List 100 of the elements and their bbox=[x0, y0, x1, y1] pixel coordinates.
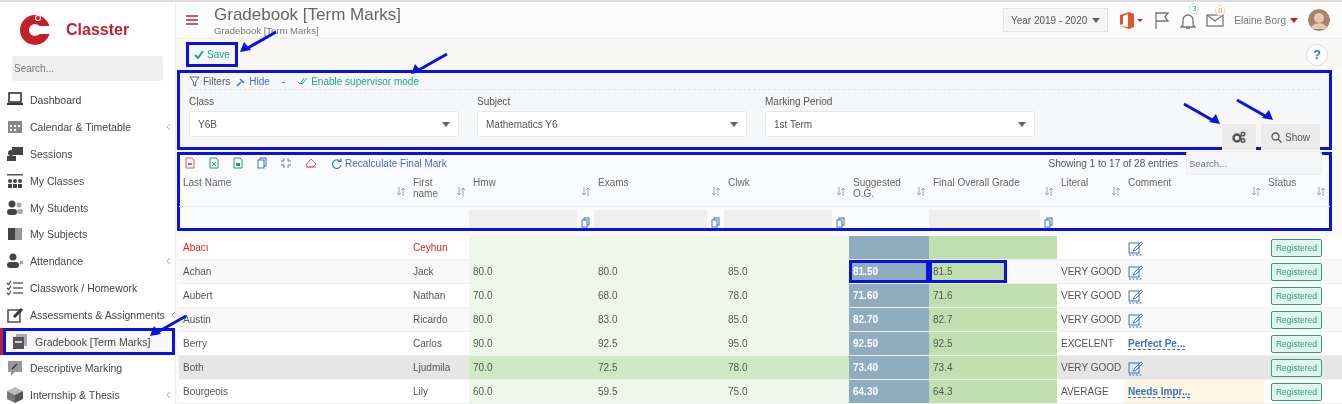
comment-link[interactable]: Needs Impr... bbox=[1128, 385, 1191, 398]
table-cell: 92.5 bbox=[929, 332, 1057, 355]
office-icon[interactable] bbox=[1118, 11, 1145, 30]
table-cell-text: Both bbox=[182, 361, 205, 375]
copy-icon[interactable] bbox=[836, 217, 845, 228]
table-cell: 81.50 bbox=[849, 260, 929, 283]
column-header[interactable]: Final Overall Grade bbox=[933, 177, 1020, 188]
sidebar-item[interactable]: Assessments & Assignments bbox=[0, 301, 175, 329]
year-dropdown[interactable]: Year 2019 - 2020 bbox=[1002, 8, 1109, 33]
sidebar-item[interactable]: Dashboard bbox=[0, 87, 175, 114]
sidebar-item[interactable]: My Subjects bbox=[0, 221, 175, 248]
column-header[interactable]: Suggested O.G. bbox=[853, 177, 917, 199]
column-header[interactable]: Clwk bbox=[728, 177, 750, 188]
user-menu[interactable]: Elaine Borg bbox=[1234, 14, 1298, 26]
avatar-icon[interactable] bbox=[1308, 9, 1330, 32]
comment-link[interactable]: Perfect Pe... bbox=[1128, 337, 1186, 350]
sidebar-item[interactable]: Descriptive Marking bbox=[0, 354, 175, 382]
table-cell: 59.5 bbox=[594, 380, 724, 403]
column-header[interactable]: Comment bbox=[1128, 177, 1172, 188]
status-badge: Registered bbox=[1270, 310, 1323, 329]
sidebar-item[interactable]: My Students bbox=[0, 194, 175, 221]
table-cell: 92.5 bbox=[594, 332, 724, 355]
column-header[interactable]: Hmw bbox=[473, 177, 496, 188]
table-cell: 72.5 bbox=[594, 356, 724, 379]
status-badge: Registered bbox=[1270, 334, 1323, 353]
table-cell: 80.0 bbox=[594, 260, 724, 283]
file-icon[interactable] bbox=[233, 157, 243, 169]
logo-icon bbox=[18, 13, 52, 47]
table-cell: 64.30 bbox=[849, 380, 929, 403]
table-cell: 81.5 bbox=[929, 260, 1007, 283]
edit-icon[interactable] bbox=[1128, 359, 1144, 376]
comment-icon bbox=[6, 359, 24, 378]
chevron-icon bbox=[170, 310, 176, 319]
compress-icon[interactable] bbox=[281, 158, 291, 168]
table-cell-text: Nathan bbox=[412, 289, 447, 303]
dropdown-field[interactable]: 1st Term bbox=[765, 111, 1035, 137]
table-cell-text: VERY GOOD bbox=[1060, 265, 1123, 279]
sidebar-item[interactable]: Sessions bbox=[0, 140, 175, 168]
sort-icon bbox=[1317, 187, 1325, 196]
sidebar-item[interactable]: My Classes bbox=[0, 167, 175, 195]
column-header[interactable]: First name bbox=[413, 177, 457, 199]
sidebar-item[interactable]: Calendar & Timetable bbox=[0, 113, 175, 141]
bell-icon[interactable] bbox=[1180, 11, 1197, 30]
edit-icon[interactable] bbox=[1128, 287, 1144, 304]
table-cell: 90.0 bbox=[469, 332, 594, 355]
eraser-icon[interactable] bbox=[305, 158, 317, 168]
caret-icon bbox=[730, 121, 738, 127]
user-icon bbox=[6, 252, 24, 271]
table-cell-text: EXCELENT bbox=[1060, 337, 1115, 351]
help-button[interactable]: ? bbox=[1306, 43, 1328, 66]
dropdown-field[interactable]: Y6B bbox=[189, 111, 459, 137]
chevron-icon bbox=[166, 391, 171, 400]
caret-icon bbox=[1290, 17, 1298, 23]
caret-icon bbox=[442, 121, 450, 127]
refresh-icon bbox=[331, 157, 342, 169]
edit-icon[interactable] bbox=[1128, 311, 1144, 328]
edit-icon[interactable] bbox=[1128, 263, 1144, 280]
settings-button[interactable] bbox=[1222, 124, 1256, 150]
copy-icon[interactable] bbox=[581, 217, 590, 228]
filters-toggle[interactable]: Filters bbox=[189, 76, 231, 87]
sidebar-item[interactable]: Attendance bbox=[0, 247, 175, 275]
edit-icon[interactable] bbox=[1128, 239, 1144, 256]
table-cell-text: Carlos bbox=[412, 337, 443, 351]
dropdown-field[interactable]: Mathematics Y6 bbox=[477, 111, 747, 137]
spreadsheet-icon[interactable] bbox=[209, 157, 219, 169]
chevron-icon bbox=[166, 257, 171, 266]
pdf-icon[interactable] bbox=[185, 157, 195, 169]
sort-icon bbox=[837, 187, 845, 196]
copy-icon[interactable] bbox=[711, 217, 720, 228]
sidebar-item[interactable]: Classwork / Homework bbox=[0, 274, 175, 302]
sort-icon bbox=[712, 187, 720, 196]
sort-icon bbox=[1252, 187, 1260, 196]
table-cell: 83.0 bbox=[594, 308, 724, 331]
copy-icon[interactable] bbox=[257, 157, 267, 169]
recalculate-button[interactable]: Recalculate Final Mark bbox=[331, 157, 447, 169]
caret-icon bbox=[1092, 17, 1101, 23]
menu-icon[interactable] bbox=[186, 15, 198, 26]
check-icon bbox=[194, 50, 204, 60]
table-cell-text: Aubert bbox=[182, 289, 214, 303]
column-header[interactable]: Exams bbox=[598, 177, 629, 188]
column-header[interactable]: Status bbox=[1268, 177, 1297, 188]
column-header[interactable]: Last Name bbox=[183, 177, 232, 188]
users-icon bbox=[6, 198, 24, 217]
search-field[interactable]: Search... bbox=[1186, 151, 1322, 175]
envelope-icon[interactable] bbox=[1206, 13, 1225, 28]
table-cell-text: Ceyhun bbox=[412, 241, 449, 255]
flag-icon[interactable] bbox=[1154, 11, 1171, 30]
table-cell-text: Berry bbox=[182, 337, 208, 351]
show-button[interactable]: Show bbox=[1261, 124, 1320, 150]
copy-icon[interactable] bbox=[1044, 217, 1053, 228]
table-cell-text: Abacı bbox=[182, 241, 210, 255]
column-header[interactable]: Literal bbox=[1061, 177, 1089, 188]
hide-link[interactable]: Hide bbox=[236, 76, 270, 87]
table-cell: 85.0 bbox=[724, 260, 849, 283]
sidebar-item[interactable]: Gradebook [Term Marks] bbox=[0, 328, 175, 355]
search-field[interactable]: Search... bbox=[12, 56, 163, 81]
table-cell-text: Bourgeois bbox=[182, 385, 230, 399]
table-cell-text: VERY GOOD bbox=[1060, 313, 1123, 327]
entries-info: Showing 1 to 17 of 28 entries bbox=[1048, 157, 1178, 169]
sidebar-item[interactable]: Internship & Thesis bbox=[0, 381, 175, 404]
